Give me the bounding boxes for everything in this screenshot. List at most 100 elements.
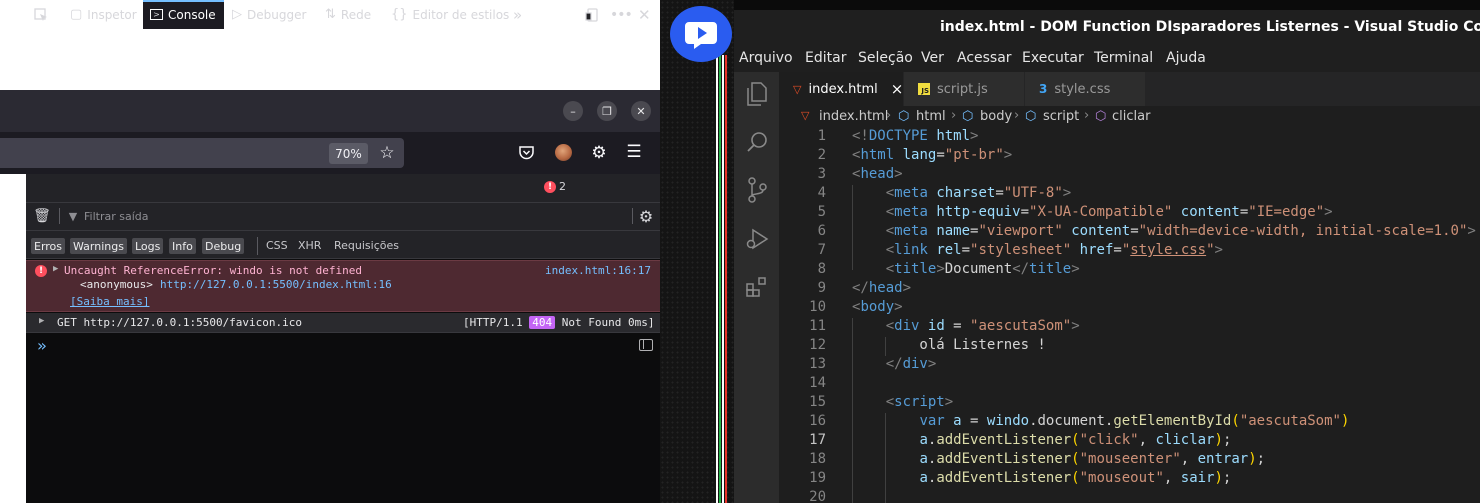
code-line: olá Listernes ! bbox=[852, 337, 1046, 353]
tab-inspector[interactable]: ▢ Inspetor bbox=[66, 0, 141, 29]
window-title: index.html - DOM Function DIsparadores L… bbox=[940, 19, 1480, 35]
code-line: <link rel="stylesheet" href="style.css"> bbox=[885, 242, 1223, 258]
console-filter-input[interactable]: Filtrar saída bbox=[84, 210, 149, 223]
tab-debugger[interactable]: ▷ Debugger bbox=[230, 0, 308, 29]
filter-divider bbox=[59, 208, 60, 224]
devtools-close-icon[interactable]: ✕ bbox=[638, 0, 651, 29]
account-avatar[interactable] bbox=[555, 144, 572, 161]
trash-icon[interactable]: 🗑 bbox=[32, 206, 52, 226]
menu-edit[interactable]: Editar bbox=[805, 50, 846, 66]
element-icon: ⬡ bbox=[962, 109, 974, 124]
filter-chip-warnings[interactable]: Warnings bbox=[70, 238, 127, 254]
filter-chip-debug[interactable]: Debug bbox=[202, 238, 245, 254]
play-icon bbox=[685, 22, 717, 49]
breadcrumb-chevron-icon: › bbox=[951, 108, 957, 123]
http-status: [HTTP/1.1 404 Not Found 0ms] bbox=[463, 316, 654, 329]
tab-console[interactable]: > Console bbox=[143, 0, 224, 29]
tab-label: index.html bbox=[808, 81, 878, 97]
extensions-icon[interactable] bbox=[744, 274, 770, 300]
tab-index-html[interactable]: ▽ index.html × bbox=[779, 72, 903, 106]
code-line: a.addEventListener("click", cliclar); bbox=[919, 432, 1232, 448]
breadcrumb-html[interactable]: html bbox=[916, 109, 946, 124]
menu-view[interactable]: Ver bbox=[921, 50, 944, 66]
line-number: 7 bbox=[817, 242, 826, 258]
menu-selection[interactable]: Seleção bbox=[858, 50, 913, 66]
hamburger-menu-icon[interactable]: ☰ bbox=[623, 141, 645, 163]
line-number: 9 bbox=[817, 280, 826, 296]
expand-triangle-icon[interactable]: ▶ bbox=[53, 264, 58, 274]
network-request-text: GET http://127.0.0.1:5500/favicon.ico bbox=[57, 316, 303, 329]
breadcrumb-body[interactable]: body bbox=[980, 109, 1012, 124]
filter-funnel-icon: ▼ bbox=[68, 209, 78, 223]
pocket-icon[interactable] bbox=[515, 142, 537, 164]
filter-chip-css[interactable]: CSS bbox=[266, 239, 288, 252]
menu-run[interactable]: Executar bbox=[1022, 50, 1084, 66]
code-line: <meta http-equiv="X-UA-Compatible" conte… bbox=[885, 204, 1333, 220]
bookmark-star-icon[interactable]: ☆ bbox=[376, 142, 398, 164]
menu-go[interactable]: Acessar bbox=[957, 50, 1012, 66]
learn-more-link[interactable]: [Saiba mais] bbox=[70, 295, 149, 308]
code-line: <title>Document</title> bbox=[885, 261, 1080, 277]
element-picker-icon[interactable] bbox=[34, 0, 54, 29]
line-number: 16 bbox=[809, 413, 826, 429]
source-control-icon[interactable] bbox=[744, 177, 770, 203]
more-tabs-chevron-icon[interactable]: » bbox=[513, 0, 522, 29]
close-icon[interactable]: ✕ bbox=[631, 101, 651, 121]
expand-triangle-icon[interactable]: ▶ bbox=[39, 316, 44, 326]
tab-close-icon[interactable]: × bbox=[891, 80, 904, 98]
error-text: Uncaught ReferenceError: windo is not de… bbox=[64, 264, 363, 277]
responsive-mode-icon[interactable] bbox=[585, 0, 599, 29]
editor-mode-toggle-icon[interactable] bbox=[639, 339, 653, 351]
line-number: 17 bbox=[809, 432, 826, 448]
console-settings-gear-icon[interactable]: ⚙ bbox=[636, 206, 656, 226]
page-gutter bbox=[0, 174, 26, 503]
tab-script-js[interactable]: JS script.js bbox=[904, 72, 1024, 106]
filter-chip-errors[interactable]: Erros bbox=[31, 238, 66, 254]
line-number: 5 bbox=[817, 204, 826, 220]
breadcrumb-script[interactable]: script bbox=[1043, 109, 1079, 124]
menu-file[interactable]: Arquivo bbox=[739, 50, 793, 66]
minimize-icon[interactable]: – bbox=[563, 101, 583, 121]
breadcrumb-function[interactable]: cliclar bbox=[1112, 109, 1150, 124]
filter-chip-xhr[interactable]: XHR bbox=[298, 239, 321, 252]
line-number: 20 bbox=[809, 489, 826, 503]
devtools-options-icon[interactable]: ••• bbox=[610, 0, 633, 29]
accent-stripe bbox=[725, 55, 727, 503]
line-number: 14 bbox=[809, 375, 826, 391]
error-icon: ! bbox=[35, 265, 47, 277]
code-line: <script> bbox=[885, 394, 954, 410]
run-debug-icon[interactable] bbox=[744, 226, 770, 252]
tab-network[interactable]: ⇅ Rede bbox=[323, 0, 373, 29]
breadcrumb-chevron-icon: › bbox=[886, 108, 892, 123]
search-icon[interactable] bbox=[744, 129, 770, 155]
error-count-badge[interactable]: ! 2 bbox=[544, 180, 566, 193]
filter-chip-info[interactable]: Info bbox=[169, 238, 196, 254]
breadcrumb-file[interactable]: index.html bbox=[819, 109, 888, 124]
code-line: <!DOCTYPE html> bbox=[852, 128, 979, 144]
tab-style-editor[interactable]: {} Editor de estilos bbox=[389, 0, 511, 29]
breadcrumb-chevron-icon: › bbox=[1084, 108, 1090, 123]
network-icon: ⇅ bbox=[325, 7, 336, 22]
error-source-link[interactable]: index.html:16:17 bbox=[545, 264, 651, 277]
line-number: 15 bbox=[809, 394, 826, 410]
filter-chip-requests[interactable]: Requisições bbox=[334, 239, 399, 252]
restore-icon[interactable]: ❐ bbox=[597, 101, 617, 121]
stack-url-link[interactable]: http://127.0.0.1:5500/index.html:16 bbox=[160, 278, 392, 291]
accent-stripe bbox=[719, 55, 721, 503]
element-icon: ⬡ bbox=[898, 109, 910, 124]
zoom-level[interactable]: 70% bbox=[329, 143, 368, 164]
console-prompt[interactable]: » bbox=[37, 336, 47, 355]
tab-style-css[interactable]: 3 style.css bbox=[1025, 72, 1145, 106]
js-file-icon: JS bbox=[918, 83, 930, 95]
http-status-suffix: Not Found 0ms] bbox=[561, 316, 655, 329]
inspector-icon: ▢ bbox=[70, 7, 83, 22]
explorer-icon[interactable] bbox=[744, 81, 770, 107]
line-number: 12 bbox=[809, 337, 826, 353]
accent-stripe bbox=[716, 55, 718, 503]
menu-terminal[interactable]: Terminal bbox=[1094, 50, 1153, 66]
filter-chip-logs[interactable]: Logs bbox=[132, 238, 164, 254]
html-file-icon: ▽ bbox=[801, 109, 810, 122]
debugger-icon: ▷ bbox=[232, 7, 242, 22]
extensions-gear-icon[interactable]: ⚙ bbox=[588, 142, 610, 164]
menu-help[interactable]: Ajuda bbox=[1166, 50, 1206, 66]
